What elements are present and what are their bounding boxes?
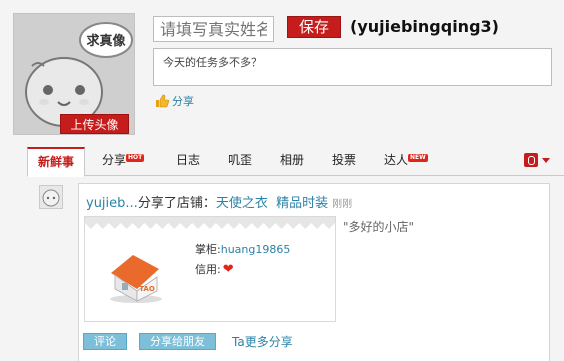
small-avatar-icon bbox=[42, 189, 60, 207]
zigzag-border-decoration bbox=[85, 217, 335, 229]
tab-experts-label: 达人 bbox=[384, 153, 409, 167]
status-textarea[interactable]: 今天的任务多不多？ bbox=[153, 48, 552, 86]
tab-experts[interactable]: 达人 NEW bbox=[384, 147, 428, 176]
chevron-down-icon bbox=[542, 157, 550, 163]
upload-avatar-button[interactable]: 上传头像 bbox=[60, 114, 129, 134]
real-name-input[interactable] bbox=[153, 16, 274, 42]
save-button[interactable]: 保存 bbox=[287, 16, 341, 38]
avatar-stamp-text: 求真像 bbox=[86, 33, 126, 49]
tab-blog-label: 日志 bbox=[176, 153, 201, 167]
shop-credit: 信用: ❤ bbox=[195, 261, 234, 277]
tab-vote[interactable]: 投票 bbox=[332, 147, 356, 176]
shop-name-link[interactable]: 天使之衣 bbox=[216, 196, 268, 211]
feed-user-link[interactable]: yujieb... bbox=[86, 196, 138, 211]
tab-news[interactable]: 新鲜事 bbox=[27, 147, 86, 177]
status-text: 今天的任务多不多？ bbox=[163, 56, 262, 69]
tab-jiwai[interactable]: 叽歪 bbox=[228, 147, 252, 176]
tab-blog[interactable]: 日志 bbox=[176, 147, 200, 176]
feed-actions: 评论 分享给朋友 Ta更多分享 bbox=[83, 333, 293, 350]
tab-news-label: 新鲜事 bbox=[38, 155, 75, 169]
heart-icon: ❤ bbox=[222, 261, 234, 277]
tab-vote-label: 投票 bbox=[332, 153, 357, 167]
credit-label: 信用: bbox=[195, 263, 221, 276]
thumbs-up-icon bbox=[156, 94, 169, 108]
tab-jiwai-label: 叽歪 bbox=[228, 153, 253, 167]
hot-badge: HOT bbox=[126, 154, 145, 162]
feed-time: 刚刚 bbox=[332, 199, 353, 210]
comment-button[interactable]: 评论 bbox=[83, 333, 127, 350]
new-badge: NEW bbox=[408, 154, 428, 162]
tao-label: TAO bbox=[139, 285, 155, 293]
share-link[interactable]: 分享 bbox=[155, 93, 194, 109]
tab-share[interactable]: 分享 HOT bbox=[102, 147, 145, 176]
feed-item: yujieb...分享了店铺：天使之衣 精品时装 刚刚 TAO 掌柜:huang1… bbox=[78, 183, 550, 361]
keeper-name-link[interactable]: huang19865 bbox=[221, 243, 291, 256]
share-comment-quote: "多好的小店" bbox=[343, 220, 415, 234]
feed-user-avatar[interactable] bbox=[39, 185, 63, 209]
share-to-friends-button[interactable]: 分享给朋友 bbox=[139, 333, 216, 350]
feed-headline: yujieb...分享了店铺：天使之衣 精品时装 刚刚 bbox=[86, 192, 352, 211]
paperclip-icon bbox=[524, 153, 538, 167]
tab-album[interactable]: 相册 bbox=[280, 147, 304, 176]
shop-tag-link[interactable]: 精品时装 bbox=[276, 196, 328, 211]
tab-more-menu[interactable] bbox=[524, 153, 550, 167]
feed-action-text: 分享了店铺： bbox=[137, 196, 216, 211]
share-label: 分享 bbox=[172, 95, 194, 108]
username-label: (yujiebingqing3) bbox=[350, 17, 499, 36]
feed-tabs: 新鲜事 分享 HOT 日志 叽歪 相册 投票 达人 NEW bbox=[27, 147, 564, 177]
shop-keeper: 掌柜:huang19865 bbox=[195, 241, 290, 257]
tab-album-label: 相册 bbox=[280, 153, 305, 167]
shop-house-icon[interactable]: TAO bbox=[107, 247, 165, 305]
more-shares-link[interactable]: Ta更多分享 bbox=[232, 333, 293, 350]
keeper-label: 掌柜: bbox=[195, 243, 221, 256]
shop-card[interactable]: TAO 掌柜:huang19865 信用: ❤ bbox=[84, 216, 336, 322]
tab-share-label: 分享 bbox=[102, 153, 127, 167]
